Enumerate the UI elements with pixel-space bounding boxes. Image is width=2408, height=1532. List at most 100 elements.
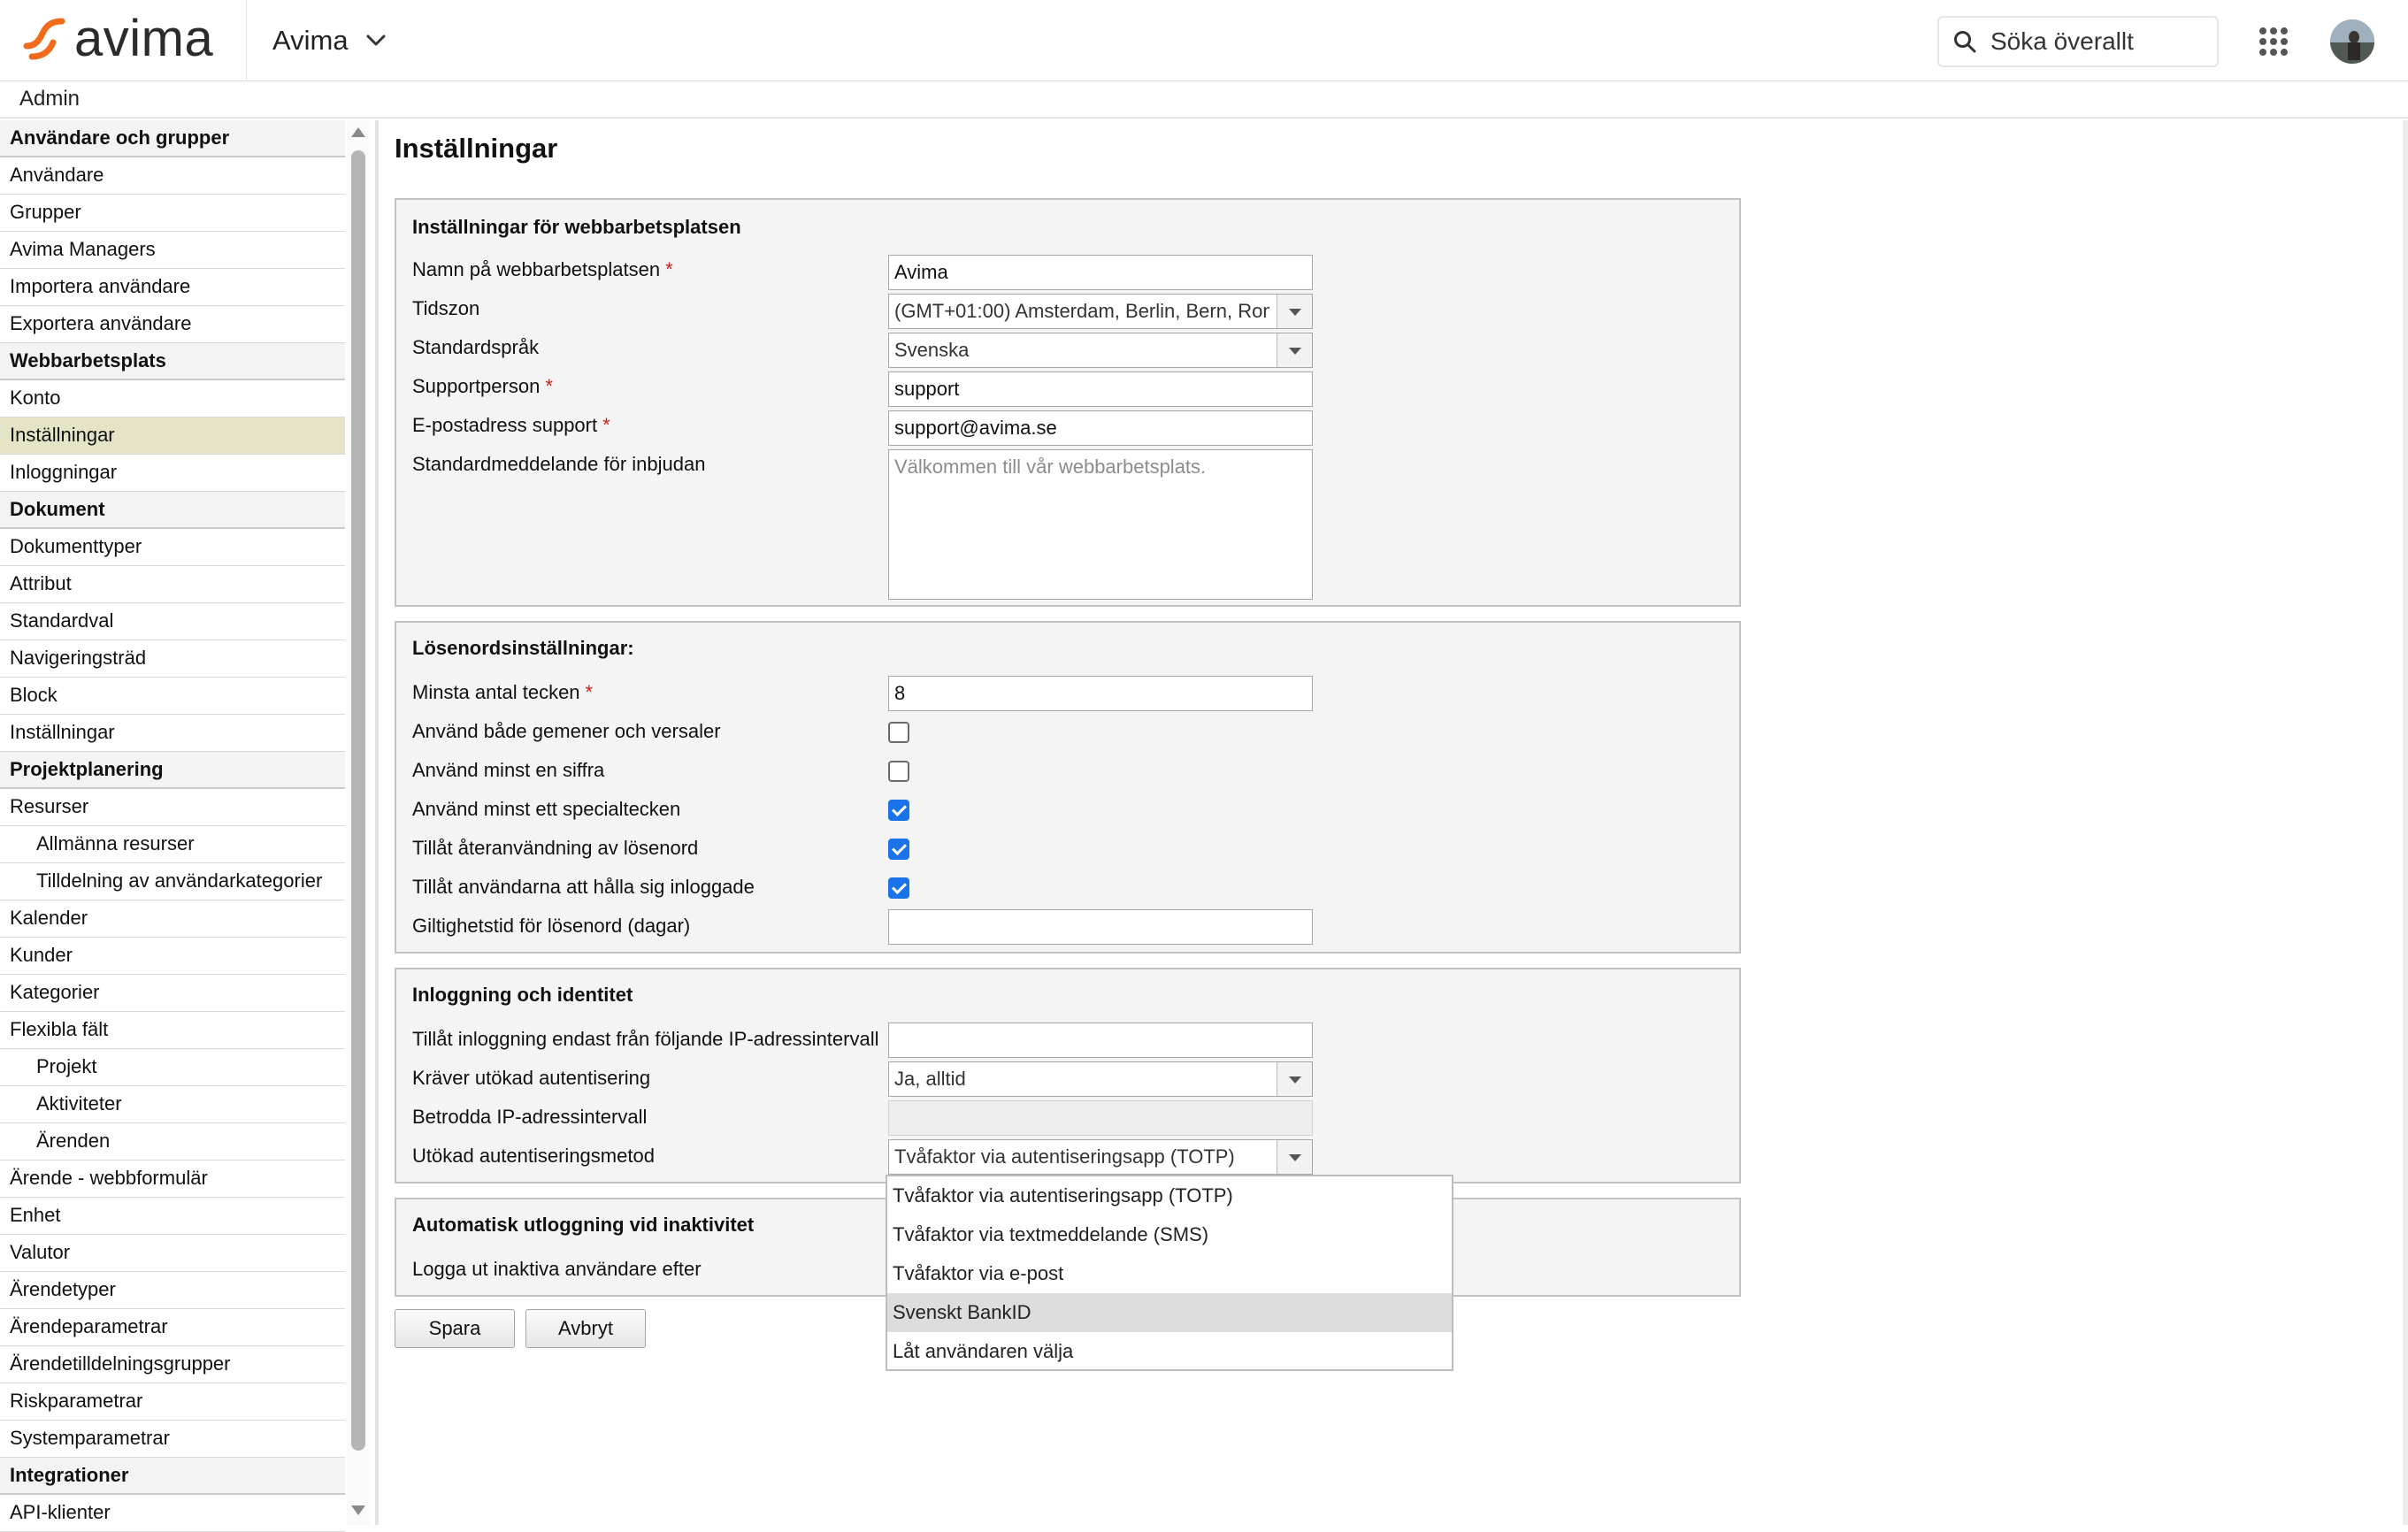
support-person-input[interactable]	[888, 372, 1313, 407]
sidebar-item[interactable]: Allmänna resurser	[0, 826, 345, 863]
stay-logged-in-checkbox[interactable]	[888, 877, 909, 899]
sidebar-item[interactable]: Flexibla fält	[0, 1012, 345, 1049]
sidebar-divider	[375, 120, 379, 1525]
language-select[interactable]: Svenska	[888, 333, 1313, 368]
scroll-up-arrow-icon[interactable]	[351, 127, 365, 137]
avima-logo[interactable]: avima	[23, 12, 213, 65]
dropdown-option[interactable]: Tvåfaktor via e-post	[887, 1254, 1452, 1293]
extended-auth-label: Kräver utökad autentisering	[412, 1067, 651, 1089]
stay-logged-in-label: Tillåt användarna att hålla sig inloggad…	[412, 876, 755, 898]
sidebar-item[interactable]: Kalender	[0, 900, 345, 938]
extended-auth-select[interactable]: Ja, alltid	[888, 1061, 1313, 1097]
sidebar-item[interactable]: Valutor	[0, 1235, 345, 1272]
sidebar-item[interactable]: Projekt	[0, 1049, 345, 1086]
sidebar-item[interactable]: Inloggningar	[0, 455, 345, 492]
login-identity-section: Inloggning och identitet Tillåt inloggni…	[395, 968, 1741, 1183]
sidebar-item[interactable]: Attribut	[0, 566, 345, 603]
section-title: Lösenordsinställningar:	[412, 637, 634, 659]
cancel-button[interactable]: Avbryt	[525, 1309, 646, 1348]
support-email-label: E-postadress support *	[412, 414, 610, 436]
special-char-checkbox[interactable]	[888, 800, 909, 821]
sidebar-section-header: Integrationer	[0, 1458, 345, 1495]
invite-message-label: Standardmeddelande för inbjudan	[412, 453, 706, 475]
sidebar-item[interactable]: Ärende - webbformulär	[0, 1160, 345, 1198]
save-button[interactable]: Spara	[395, 1309, 515, 1348]
admin-label: Admin	[19, 87, 81, 111]
sidebar-item[interactable]: Ärendetilldelningsgrupper	[0, 1346, 345, 1383]
mixed-case-checkbox[interactable]	[888, 722, 909, 743]
sidebar-item[interactable]: Navigeringsträd	[0, 640, 345, 678]
workspace-switcher[interactable]: Avima	[272, 23, 386, 58]
sidebar-item[interactable]: Riskparametrar	[0, 1383, 345, 1421]
dropdown-option[interactable]: Låt användaren välja	[887, 1332, 1452, 1371]
ip-range-input[interactable]	[888, 1023, 1313, 1058]
sidebar-scrollbar[interactable]	[347, 120, 370, 1525]
timezone-select[interactable]: (GMT+01:00) Amsterdam, Berlin, Bern, Rom…	[888, 294, 1313, 329]
min-chars-label: Minsta antal tecken *	[412, 681, 594, 703]
grid-apps-icon[interactable]	[2258, 27, 2289, 61]
sidebar-item[interactable]: Användare	[0, 157, 345, 195]
scrollbar-thumb[interactable]	[351, 150, 365, 1451]
sidebar-section-header: Dokument	[0, 492, 345, 529]
extended-auth-value: Ja, alltid	[894, 1068, 966, 1090]
sidebar-item[interactable]: Ärenden	[0, 1123, 345, 1160]
language-label: Standardspråk	[412, 336, 540, 358]
sidebar-section-header: Projektplanering	[0, 752, 345, 789]
avatar-image-icon	[2330, 19, 2374, 64]
sidebar-item[interactable]: Kategorier	[0, 975, 345, 1012]
user-avatar[interactable]	[2330, 19, 2374, 64]
section-title: Automatisk utloggning vid inaktivitet	[412, 1214, 755, 1236]
password-validity-input[interactable]	[888, 909, 1313, 945]
sidebar-item[interactable]: Dokumenttyper	[0, 529, 345, 566]
page-title: Inställningar	[395, 133, 558, 164]
auth-method-select[interactable]: Tvåfaktor via autentiseringsapp (TOTP)	[888, 1139, 1313, 1175]
global-search-input[interactable]	[1989, 27, 2205, 57]
sidebar-item[interactable]: Ärendetyper	[0, 1272, 345, 1309]
sidebar-item[interactable]: Importera användare	[0, 269, 345, 306]
auth-method-dropdown-list: Tvåfaktor via autentiseringsapp (TOTP) Tv…	[886, 1175, 1453, 1371]
support-person-label: Supportperson *	[412, 375, 553, 397]
sidebar-item[interactable]: Systemparametrar	[0, 1421, 345, 1458]
mixed-case-label: Använd både gemener och versaler	[412, 720, 721, 742]
sidebar-item[interactable]: Ärendeparametrar	[0, 1309, 345, 1346]
min-chars-input[interactable]	[888, 676, 1313, 711]
dropdown-arrow-icon	[1277, 333, 1312, 367]
admin-bar: Admin	[0, 81, 2408, 119]
search-icon	[1954, 31, 1976, 53]
sidebar-item[interactable]: Inställningar	[0, 417, 345, 455]
sidebar-item[interactable]: API-klienter	[0, 1495, 345, 1532]
brand-name: avima	[74, 10, 214, 67]
sidebar-item[interactable]: Standardval	[0, 603, 345, 640]
password-settings-section: Lösenordsinställningar: Minsta antal tec…	[395, 621, 1741, 954]
workspace-name-input[interactable]	[888, 255, 1313, 290]
password-reuse-checkbox[interactable]	[888, 839, 909, 860]
sidebar-item[interactable]: Enhet	[0, 1198, 345, 1235]
special-char-label: Använd minst ett specialtecken	[412, 798, 681, 820]
global-search[interactable]	[1937, 16, 2219, 67]
sidebar-item[interactable]: Resurser	[0, 789, 345, 826]
sidebar-item[interactable]: Tilldelning av användarkategorier	[0, 863, 345, 900]
sidebar-item[interactable]: Exportera användare	[0, 306, 345, 343]
password-reuse-label: Tillåt återanvändning av lösenord	[412, 837, 699, 859]
chevron-down-icon	[366, 34, 386, 46]
digit-checkbox[interactable]	[888, 761, 909, 782]
language-value: Svenska	[894, 339, 970, 361]
sidebar-item[interactable]: Inställningar	[0, 715, 345, 752]
invite-message-textarea[interactable]	[888, 449, 1313, 600]
dropdown-option[interactable]: Tvåfaktor via autentiseringsapp (TOTP)	[887, 1176, 1452, 1215]
sidebar-item[interactable]: Avima Managers	[0, 232, 345, 269]
sidebar-item[interactable]: Aktiviteter	[0, 1086, 345, 1123]
sidebar-item[interactable]: Block	[0, 678, 345, 715]
sidebar-item[interactable]: Grupper	[0, 195, 345, 232]
header-divider	[246, 0, 247, 81]
sidebar-item[interactable]: Kunder	[0, 938, 345, 975]
dropdown-option[interactable]: Svenskt BankID	[887, 1293, 1452, 1332]
sidebar-item[interactable]: Konto	[0, 380, 345, 417]
support-email-input[interactable]	[888, 410, 1313, 446]
section-title: Inloggning och identitet	[412, 984, 633, 1006]
timezone-value: (GMT+01:00) Amsterdam, Berlin, Bern, Rom…	[894, 300, 1269, 322]
sidebar-section-header: Webbarbetsplats	[0, 343, 345, 380]
dropdown-arrow-icon	[1277, 1062, 1312, 1096]
dropdown-option[interactable]: Tvåfaktor via textmeddelande (SMS)	[887, 1215, 1452, 1254]
scroll-down-arrow-icon[interactable]	[351, 1505, 365, 1515]
